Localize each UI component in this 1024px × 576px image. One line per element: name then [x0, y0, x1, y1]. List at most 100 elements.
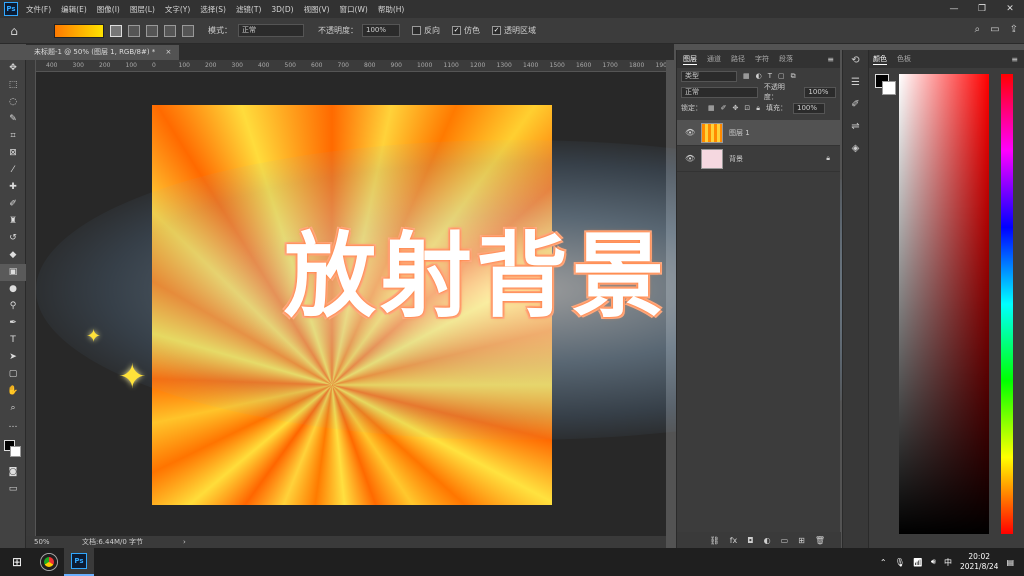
frame-tool-icon[interactable]: ⊠	[0, 145, 26, 162]
eraser-tool-icon[interactable]: ◆	[0, 247, 26, 264]
close-window-button[interactable]: ✕	[996, 0, 1024, 18]
ime-indicator[interactable]: 中	[944, 557, 952, 568]
layer-opacity-input[interactable]: 100%	[804, 86, 836, 98]
layer-name[interactable]: 图层 1	[729, 128, 750, 138]
link-layers-icon[interactable]: ⛓	[710, 536, 720, 545]
search-icon[interactable]: ⌕	[975, 24, 981, 35]
menu-3d[interactable]: 3D(D)	[271, 5, 293, 14]
lock-pixels-icon[interactable]: ▦	[708, 104, 715, 112]
panel-background-swatch[interactable]	[882, 81, 896, 95]
more-tools-icon[interactable]: …	[0, 417, 26, 434]
menu-help[interactable]: 帮助(H)	[378, 4, 405, 15]
brush-panel-icon[interactable]: ✐	[843, 94, 868, 116]
minimize-button[interactable]: —	[940, 0, 968, 18]
blend-mode-select[interactable]: 正常	[681, 86, 758, 98]
menu-image[interactable]: 图像(I)	[97, 4, 120, 15]
notification-icon[interactable]: ▤	[1006, 558, 1014, 567]
menu-edit[interactable]: 编辑(E)	[61, 4, 87, 15]
stamp-tool-icon[interactable]: ♜	[0, 213, 26, 230]
move-tool-icon[interactable]: ✥	[0, 60, 26, 77]
reverse-checkbox[interactable]	[412, 26, 421, 35]
blur-tool-icon[interactable]: ●	[0, 281, 26, 298]
history-brush-icon[interactable]: ↺	[0, 230, 26, 247]
styles-panel-icon[interactable]: ◈	[843, 138, 868, 160]
tray-chevron-icon[interactable]: ⌃	[880, 558, 887, 567]
eyedropper-tool-icon[interactable]: ⁄	[0, 162, 26, 179]
layer-row-background[interactable]: 👁︎ 背景 🔒︎	[677, 146, 840, 172]
adjustments-panel-icon[interactable]: ⇌	[843, 116, 868, 138]
lock-position-icon[interactable]: ✥	[733, 104, 739, 112]
quick-select-tool-icon[interactable]: ✎	[0, 111, 26, 128]
fg-bg-swatches[interactable]	[875, 74, 897, 96]
quick-mask-icon[interactable]: ◙	[0, 464, 26, 481]
crop-tool-icon[interactable]: ⌗	[0, 128, 26, 145]
close-tab-icon[interactable]: ×	[166, 48, 172, 56]
lock-brush-icon[interactable]: ✐	[721, 104, 727, 112]
pen-tool-icon[interactable]: ✒	[0, 315, 26, 332]
menu-select[interactable]: 选择(S)	[200, 4, 226, 15]
taskbar-photoshop[interactable]: Ps	[64, 548, 94, 576]
status-arrow-icon[interactable]: ›	[183, 538, 186, 546]
filter-shape-icon[interactable]: ▢	[778, 72, 785, 80]
dither-checkbox[interactable]: ✓	[452, 26, 461, 35]
color-panel-menu-icon[interactable]: ≡	[1011, 55, 1018, 64]
delete-layer-icon[interactable]: 🗑︎	[815, 536, 825, 545]
background-color-swatch[interactable]	[10, 446, 21, 457]
menu-file[interactable]: 文件(F)	[26, 4, 51, 15]
zoom-tool-icon[interactable]: ⌕	[0, 400, 26, 417]
gradient-picker[interactable]	[54, 23, 104, 38]
layer-row-1[interactable]: 👁︎ 图层 1	[677, 120, 840, 146]
layer-filter-select[interactable]: 类型	[681, 70, 737, 82]
zoom-level[interactable]: 50%	[26, 538, 56, 546]
tab-swatches[interactable]: 色板	[897, 54, 911, 64]
properties-panel-icon[interactable]: ☰	[843, 72, 868, 94]
marquee-tool-icon[interactable]: ⬚	[0, 77, 26, 94]
path-select-tool-icon[interactable]: ➤	[0, 349, 26, 366]
tab-paths[interactable]: 路径	[731, 54, 745, 64]
transparency-checkbox[interactable]: ✓	[492, 26, 501, 35]
tab-layers[interactable]: 图层	[683, 54, 697, 65]
new-layer-icon[interactable]: ⊞	[798, 536, 805, 545]
opacity-input[interactable]: 100%	[362, 24, 400, 37]
lock-all-icon[interactable]: 🔒︎	[756, 104, 760, 113]
gradient-tool-icon[interactable]: ▣	[0, 264, 26, 281]
add-mask-icon[interactable]: ◘	[747, 536, 753, 545]
diamond-gradient-button[interactable]	[182, 24, 194, 37]
menu-window[interactable]: 窗口(W)	[340, 4, 368, 15]
radial-gradient-button[interactable]	[128, 24, 140, 37]
menu-layer[interactable]: 图层(L)	[130, 4, 155, 15]
menu-view[interactable]: 视图(V)	[304, 4, 330, 15]
microphone-icon[interactable]: 🎙︎	[895, 558, 905, 567]
brush-tool-icon[interactable]: ✐	[0, 196, 26, 213]
hand-tool-icon[interactable]: ✋	[0, 383, 26, 400]
reflected-gradient-button[interactable]	[164, 24, 176, 37]
mode-select[interactable]: 正常	[238, 24, 304, 37]
workspace-icon[interactable]: ▭	[990, 24, 999, 35]
windows-start-icon[interactable]: ⊞	[0, 555, 34, 569]
volume-icon[interactable]: 🔊︎	[931, 557, 936, 567]
network-icon[interactable]: 📶︎	[913, 558, 923, 567]
dodge-tool-icon[interactable]: ⚲	[0, 298, 26, 315]
home-icon[interactable]: ⌂	[0, 24, 28, 38]
tab-paragraph[interactable]: 段落	[779, 54, 793, 64]
visibility-eye-icon[interactable]: 👁︎	[685, 128, 697, 137]
adjustment-layer-icon[interactable]: ◐	[764, 536, 771, 545]
type-tool-icon[interactable]: T	[0, 332, 26, 349]
taskbar-chrome[interactable]	[34, 548, 64, 576]
document-tab[interactable]: 未标题-1 @ 50% (图层 1, RGB/8#) * ×	[26, 45, 180, 60]
hue-slider[interactable]	[1001, 74, 1013, 534]
filter-type-icon[interactable]: T	[768, 72, 772, 80]
tab-color[interactable]: 颜色	[873, 54, 887, 65]
clock[interactable]: 20:02 2021/8/24	[960, 552, 998, 572]
fill-input[interactable]: 100%	[792, 102, 825, 114]
history-panel-icon[interactable]: ⟲	[843, 50, 868, 72]
lock-artboard-icon[interactable]: ⊡	[744, 104, 750, 112]
color-swatches[interactable]	[0, 434, 25, 464]
menu-type[interactable]: 文字(Y)	[165, 4, 190, 15]
layer-style-icon[interactable]: fx	[730, 536, 738, 545]
tab-channels[interactable]: 通道	[707, 54, 721, 64]
filter-smart-icon[interactable]: ⧉	[791, 72, 796, 81]
shape-tool-icon[interactable]: ▢	[0, 366, 26, 383]
maximize-button[interactable]: ❐	[968, 0, 996, 18]
healing-tool-icon[interactable]: ✚	[0, 179, 26, 196]
